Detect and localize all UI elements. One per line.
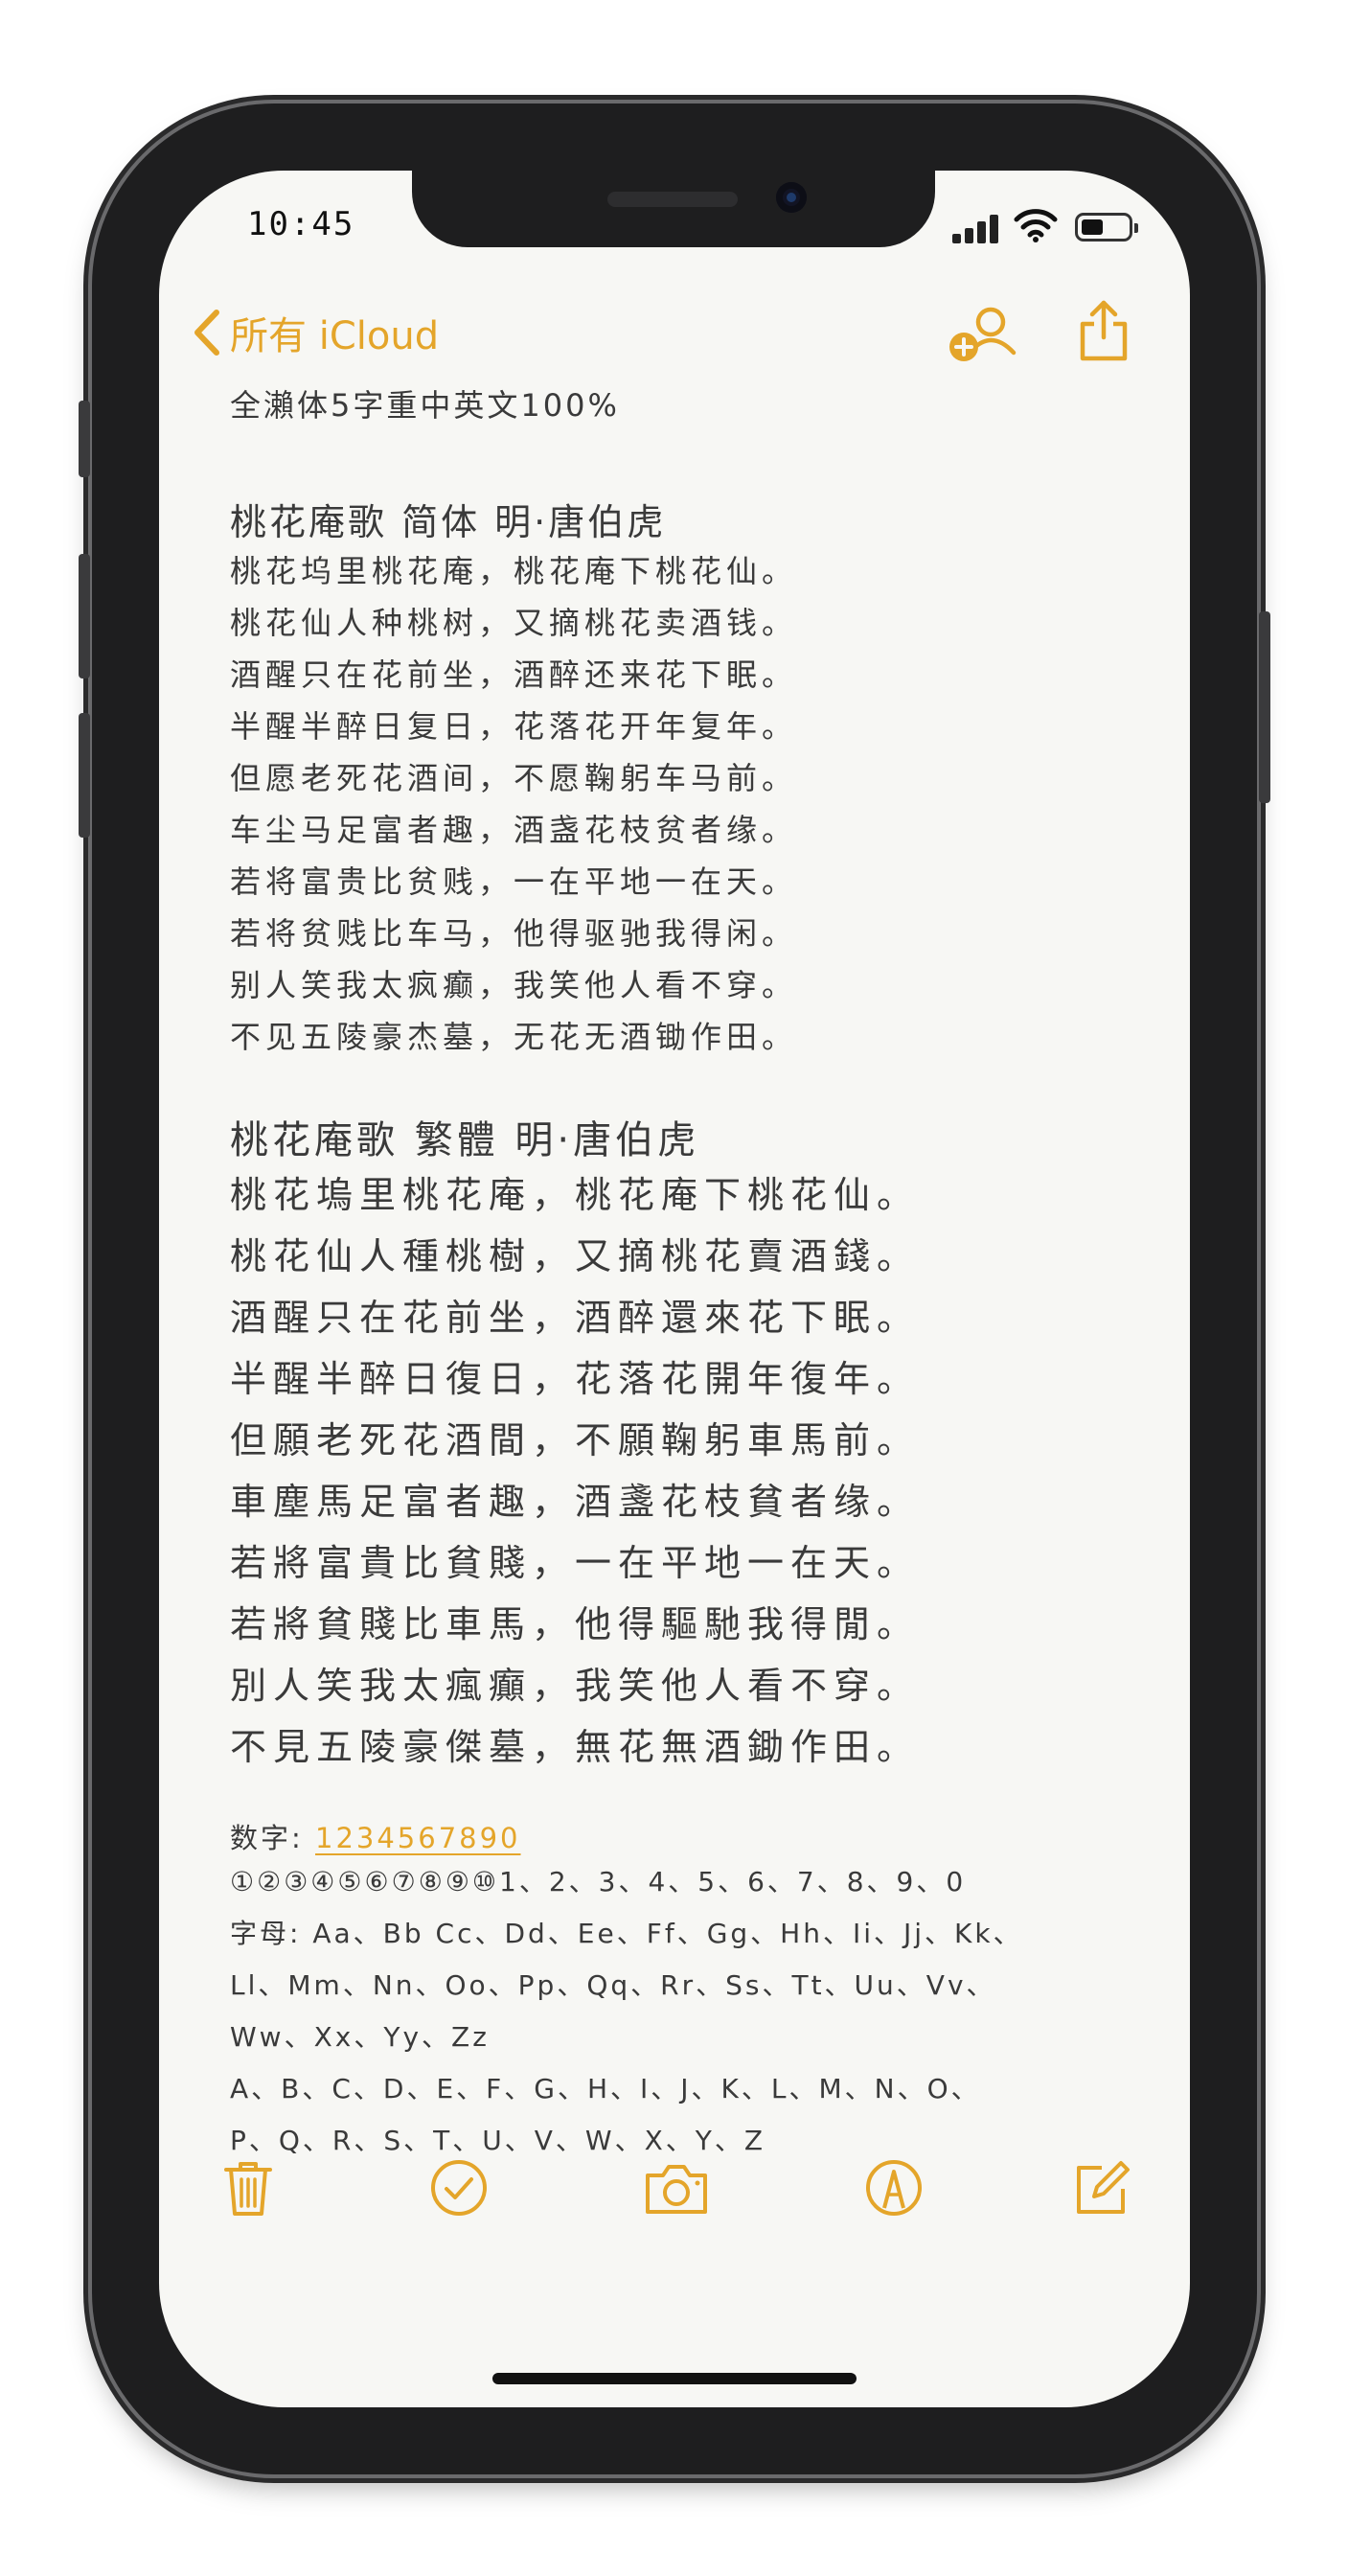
poem-line: 桃花坞里桃花庵，桃花庵下桃花仙。 (230, 553, 798, 589)
bottom-toolbar (159, 2145, 1190, 2241)
poem-line: 不见五陵豪杰墓，无花无酒锄作田。 (230, 1019, 798, 1055)
simplified-poem: 桃花坞里桃花庵，桃花庵下桃花仙。 桃花仙人种桃树，又摘桃花卖酒钱。 酒醒只在花前… (230, 545, 1150, 1063)
poem-line: 桃花塢里桃花庵，桃花庵下桃花仙。 (230, 1174, 921, 1216)
simplified-poem-title: 桃花庵歌 简体 明·唐伯虎 (230, 501, 667, 543)
poem-line: 若将富贵比贫贱，一在平地一在天。 (230, 863, 798, 900)
notch (412, 171, 935, 247)
phone-screen: 10:45 所有 iCloud 全瀨体5字重中英文100% 桃花庵歌 简体 明· (159, 171, 1190, 2407)
back-button[interactable]: 所有 iCloud (190, 305, 439, 360)
add-person-icon[interactable] (945, 301, 1017, 368)
digits-row: 数字: 1234567890 (230, 1816, 1150, 1856)
poem-line: 但愿老死花酒间，不愿鞠躬车马前。 (230, 760, 798, 796)
alphabet-line: A、B、C、D、E、F、G、H、I、J、K、L、M、N、O、 (230, 2073, 981, 2104)
earpiece-speaker (607, 192, 738, 207)
checklist-icon[interactable] (427, 2156, 491, 2220)
wifi-icon (1014, 209, 1058, 242)
mute-switch (79, 401, 90, 477)
battery-icon (1075, 213, 1138, 242)
volume-up-button (79, 554, 90, 678)
trash-icon[interactable] (217, 2156, 280, 2220)
alphabet-line: Ww、Xx、Yy、Zz (230, 2021, 490, 2053)
poem-line: 車塵馬足富者趣，酒盞花枝貧者缘。 (230, 1481, 921, 1523)
note-meta-line: 全瀨体5字重中英文100% (230, 387, 620, 424)
circled-digits-line: ①②③④⑤⑥⑦⑧⑨⑩1、2、3、4、5、6、7、8、9、0 (230, 1866, 967, 1898)
cellular-signal-icon (952, 215, 1002, 243)
poem-line: 桃花仙人種桃樹，又摘桃花賣酒錢。 (230, 1235, 921, 1277)
poem-line: 酒醒只在花前坐，酒醉還來花下眠。 (230, 1297, 921, 1339)
home-indicator[interactable] (492, 2373, 857, 2384)
digits-label: 数字: (230, 1822, 315, 1854)
poem-line: 若將貧賤比車馬，他得驅馳我得閒。 (230, 1603, 921, 1645)
traditional-poem: 桃花塢里桃花庵，桃花庵下桃花仙。 桃花仙人種桃樹，又摘桃花賣酒錢。 酒醒只在花前… (230, 1164, 1150, 1778)
power-button (1259, 611, 1270, 803)
poem-line: 别人笑我太疯癫，我笑他人看不穿。 (230, 967, 798, 1003)
poem-line: 酒醒只在花前坐，酒醉还来花下眠。 (230, 656, 798, 693)
poem-line: 但願老死花酒間，不願鞠躬車馬前。 (230, 1419, 921, 1461)
traditional-poem-title: 桃花庵歌 繁體 明·唐伯虎 (230, 1118, 700, 1162)
poem-line: 若将贫贱比车马，他得驱驰我得闲。 (230, 915, 798, 952)
front-camera (776, 182, 807, 213)
camera-icon[interactable] (642, 2156, 711, 2220)
poem-line: 若將富貴比貧賤，一在平地一在天。 (230, 1542, 921, 1584)
share-icon[interactable] (1075, 297, 1132, 364)
chevron-left-icon (194, 310, 219, 356)
digits-link[interactable]: 1234567890 (315, 1822, 521, 1854)
compose-icon[interactable] (1071, 2156, 1134, 2220)
poem-line: 不見五陵豪傑墓，無花無酒鋤作田。 (230, 1726, 921, 1768)
poem-line: 桃花仙人种桃树，又摘桃花卖酒钱。 (230, 605, 798, 641)
markup-pen-icon[interactable] (862, 2156, 925, 2220)
note-body[interactable]: 全瀨体5字重中英文100% 桃花庵歌 简体 明·唐伯虎 桃花坞里桃花庵，桃花庵下… (230, 381, 1150, 2167)
back-label: 所有 iCloud (230, 314, 440, 358)
poem-line: 半醒半醉日复日，花落花开年复年。 (230, 708, 798, 745)
poem-line: 別人笑我太瘋癲，我笑他人看不穿。 (230, 1665, 921, 1707)
poem-line: 车尘马足富者趣，酒盏花枝贫者缘。 (230, 812, 798, 848)
alphabet-line: 字母: Aa、Bb Cc、Dd、Ee、Ff、Gg、Hh、Ii、Jj、Kk、 (230, 1918, 1023, 1949)
alphabet-line: Ll、Mm、Nn、Oo、Pp、Qq、Rr、Ss、Tt、Uu、Vv、 (230, 1969, 996, 2001)
poem-line: 半醒半醉日復日，花落花開年復年。 (230, 1358, 921, 1400)
status-time: 10:45 (247, 205, 355, 243)
volume-down-button (79, 713, 90, 838)
